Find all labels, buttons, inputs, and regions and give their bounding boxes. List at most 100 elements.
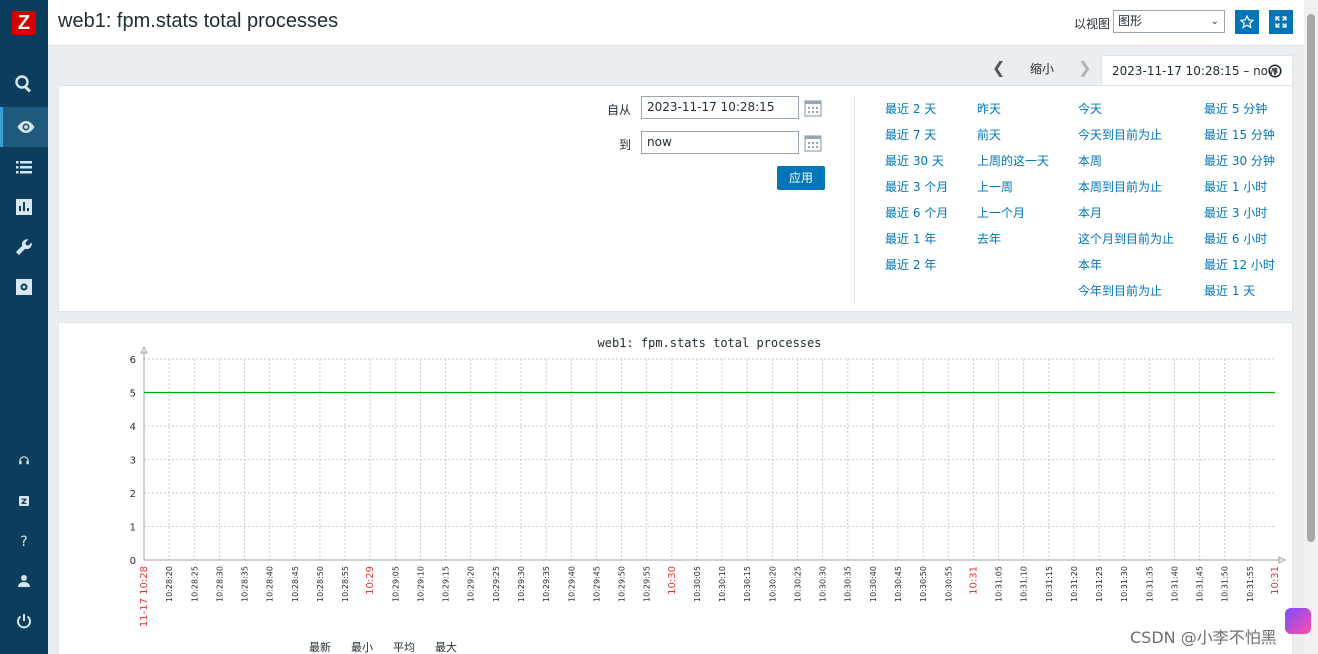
x-tick-label: 10:31:15 — [1045, 566, 1054, 602]
x-tick-label: 10:30 — [667, 566, 678, 595]
quick-range-link[interactable]: 最近 5 分钟 — [1204, 100, 1267, 117]
view-as-label: 以视图 — [1074, 17, 1111, 31]
zabbix-logo[interactable]: Z — [12, 11, 36, 35]
headset-icon[interactable] — [0, 441, 48, 481]
quick-range-link[interactable]: 最近 1 天 — [1204, 282, 1255, 299]
quick-range-link[interactable]: 最近 3 个月 — [885, 178, 948, 195]
quick-range-link[interactable]: 上一个月 — [977, 204, 1025, 221]
quick-range-link[interactable]: 最近 3 小时 — [1204, 204, 1267, 221]
legend-header-max: 最大 — [435, 641, 457, 654]
x-tick-label: 10:30:25 — [793, 566, 802, 602]
x-tick-label: 10:31:10 — [1020, 566, 1029, 602]
power-icon[interactable] — [0, 601, 48, 641]
x-tick-label: 10:31 — [968, 566, 979, 595]
quick-range-link[interactable]: 最近 1 小时 — [1204, 178, 1267, 195]
x-tick-label: 10:29:20 — [467, 566, 476, 602]
list-icon[interactable] — [0, 147, 48, 187]
x-tick-label: 10:30:10 — [718, 566, 727, 602]
x-tick-label: 10:31:45 — [1196, 566, 1205, 602]
user-icon[interactable] — [0, 561, 48, 601]
quick-range-link[interactable]: 最近 12 小时 — [1204, 256, 1275, 273]
legend-header-min: 最小 — [351, 641, 373, 654]
x-tick-label: 10:31:20 — [1070, 566, 1079, 602]
vertical-scrollbar[interactable] — [1304, 0, 1318, 654]
wrench-icon[interactable] — [0, 227, 48, 267]
graph-panel: web1: fpm.stats total processes 0 1 2 3 4 5 6 11… — [58, 322, 1293, 654]
scrollbar-thumb[interactable] — [1307, 14, 1315, 542]
quick-range-link[interactable]: 最近 30 分钟 — [1204, 152, 1275, 169]
eye-icon[interactable] — [0, 107, 48, 147]
x-tick-label: 10:31:35 — [1145, 566, 1154, 602]
x-tick-label: 10:31:30 — [1120, 566, 1129, 602]
x-tick-label: 10:31 — [1270, 566, 1281, 595]
quick-range-link[interactable]: 最近 6 个月 — [885, 204, 948, 221]
x-tick-label: 10:29:55 — [643, 566, 652, 602]
quick-range-link[interactable]: 最近 1 年 — [885, 230, 936, 247]
fullscreen-icon — [1275, 16, 1287, 28]
star-icon — [1240, 15, 1254, 29]
quick-range-link[interactable]: 最近 7 天 — [885, 126, 936, 143]
quick-range-link[interactable]: 本年 — [1078, 256, 1102, 273]
quick-range-link[interactable]: 去年 — [977, 230, 1001, 247]
quick-range-link[interactable]: 昨天 — [977, 100, 1001, 117]
quick-range-link[interactable]: 这个月到目前为止 — [1078, 230, 1174, 247]
quick-range-link[interactable]: 最近 15 分钟 — [1204, 126, 1275, 143]
help-icon[interactable]: ? — [0, 521, 48, 561]
quick-range-link[interactable]: 本周到目前为止 — [1078, 178, 1162, 195]
x-tick-label: 10:30:35 — [844, 566, 853, 602]
quick-range-link[interactable]: 最近 30 天 — [885, 152, 944, 169]
gear-icon[interactable] — [0, 267, 48, 307]
zoom-out-button[interactable]: 缩小 — [1030, 60, 1054, 77]
quick-range-link[interactable]: 本周 — [1078, 152, 1102, 169]
quick-range-link[interactable]: 上一周 — [977, 178, 1013, 195]
view-as-select[interactable]: 图形 ⌄ — [1113, 10, 1225, 33]
watermark-text: CSDN @小李不怕黑 — [1130, 628, 1277, 647]
x-tick-label: 10:30:55 — [944, 566, 953, 602]
quick-range-link[interactable]: 前天 — [977, 126, 1001, 143]
quick-range-link[interactable]: 上周的这一天 — [977, 152, 1049, 169]
x-tick-label: 10:31:50 — [1221, 566, 1230, 602]
time-range-text: 2023-11-17 10:28:15 – now — [1112, 64, 1278, 78]
x-tick-label: 10:31:05 — [995, 566, 1004, 602]
quick-range-link[interactable]: 最近 2 年 — [885, 256, 936, 273]
x-tick-label: 10:28:30 — [215, 566, 224, 602]
from-input[interactable]: 2023-11-17 10:28:15 — [641, 96, 799, 119]
apply-button[interactable]: 应用 — [777, 166, 825, 190]
calendar-icon[interactable] — [804, 134, 822, 152]
x-tick-label: 10:30:45 — [894, 566, 903, 602]
quick-range-link[interactable]: 本月 — [1078, 204, 1102, 221]
time-filter-panel: 自从 2023-11-17 10:28:15 到 now 应用 最近 2 天最近… — [58, 85, 1293, 312]
page-header: web1: fpm.stats total processes 以视图 图形 ⌄ — [48, 0, 1304, 46]
x-tick-label: 10:31:25 — [1095, 566, 1104, 602]
favorite-button[interactable] — [1235, 10, 1259, 34]
quick-range-link[interactable]: 今天到目前为止 — [1078, 126, 1162, 143]
time-range-tab[interactable]: 2023-11-17 10:28:15 – now — [1101, 55, 1293, 86]
x-tick-label: 10:29:50 — [618, 566, 627, 602]
chevron-left-icon[interactable]: ❮ — [992, 58, 1005, 77]
y-tick-label: 3 — [130, 456, 136, 467]
sidebar: Z ? — [0, 0, 48, 654]
search-icon[interactable] — [0, 64, 48, 104]
quick-range-link[interactable]: 今年到目前为止 — [1078, 282, 1162, 299]
zabbix-share-icon[interactable] — [0, 481, 48, 521]
chevron-right-icon[interactable]: ❯ — [1078, 58, 1091, 77]
y-tick-label: 1 — [130, 523, 136, 534]
quick-range-link[interactable]: 最近 6 小时 — [1204, 230, 1267, 247]
chart-icon[interactable] — [0, 187, 48, 227]
clock-icon — [1268, 64, 1282, 78]
to-input[interactable]: now — [641, 131, 799, 154]
x-tick-label: 10:29:35 — [542, 566, 551, 602]
x-tick-label: 10:31:55 — [1246, 566, 1255, 602]
x-tick-label: 11-17 10:28 — [139, 566, 150, 627]
y-tick-label: 4 — [130, 422, 136, 433]
quick-range-link[interactable]: 最近 2 天 — [885, 100, 936, 117]
quick-range-link[interactable]: 今天 — [1078, 100, 1102, 117]
time-navigation: ❮ 缩小 ❯ 2023-11-17 10:28:15 – now — [48, 46, 1304, 86]
to-label: 到 — [619, 138, 632, 152]
y-tick-label: 0 — [130, 556, 136, 567]
calendar-icon[interactable] — [804, 99, 822, 117]
fullscreen-button[interactable] — [1269, 10, 1293, 34]
graph-chart[interactable]: web1: fpm.stats total processes 0 1 2 3 4 5 6 11… — [59, 323, 1294, 654]
x-tick-label: 10:30:50 — [919, 566, 928, 602]
x-tick-label: 10:28:50 — [316, 566, 325, 602]
